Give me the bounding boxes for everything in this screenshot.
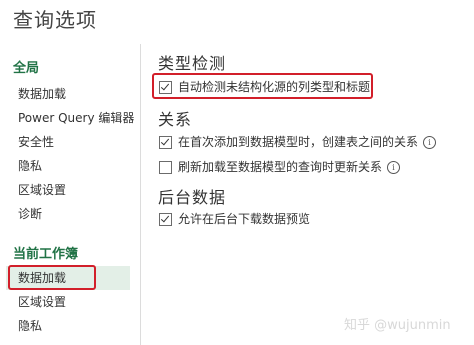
sidebar-item-privacy-workbook[interactable]: 隐私 — [6, 314, 130, 338]
sidebar-item-regional-settings-global[interactable]: 区域设置 — [6, 178, 130, 202]
checkbox-label: 允许在后台下载数据预览 — [178, 212, 311, 226]
info-icon[interactable]: i — [387, 160, 401, 174]
sidebar-item-label: 安全性 — [18, 135, 55, 149]
group-title-background-data: 后台数据 — [158, 188, 227, 207]
highlight-box-data-load — [8, 265, 96, 290]
checkbox-create-relationships[interactable] — [159, 135, 172, 149]
sidebar-item-label: 区域设置 — [18, 183, 67, 197]
highlight-box-type-detection — [152, 73, 373, 99]
group-title-type-detection: 类型检测 — [158, 54, 227, 73]
sidebar-item-label: 诊断 — [18, 207, 43, 221]
dialog-title: 查询选项 — [13, 8, 97, 32]
checkbox-background-preview[interactable] — [159, 212, 172, 226]
group-title-relationships: 关系 — [158, 110, 193, 129]
sidebar-item-privacy-global[interactable]: 隐私 — [6, 154, 130, 178]
checkbox-row-update-relationships[interactable]: 刷新加载至数据模型的查询时更新关系 i — [159, 157, 401, 177]
sidebar-item-diagnostics[interactable]: 诊断 — [6, 202, 130, 226]
checkbox-row-background-preview[interactable]: 允许在后台下载数据预览 — [159, 209, 310, 229]
sidebar-item-label: Power Query 编辑器 — [18, 111, 135, 125]
sidebar-header-current-workbook: 当前工作簿 — [13, 247, 79, 262]
sidebar-item-power-query-editor[interactable]: Power Query 编辑器 — [6, 106, 134, 130]
info-icon[interactable]: i — [423, 135, 437, 149]
sidebar-item-label: 区域设置 — [18, 295, 67, 309]
checkbox-label: 在首次添加到数据模型时，创建表之间的关系 — [178, 135, 419, 149]
checkbox-update-relationships[interactable] — [159, 160, 172, 174]
sidebar-item-data-load-global[interactable]: 数据加载 — [6, 82, 130, 106]
sidebar-nav: 全局 数据加载 Power Query 编辑器 安全性 隐私 区域设置 诊断 当… — [0, 44, 141, 345]
sidebar-item-security[interactable]: 安全性 — [6, 130, 130, 154]
sidebar-item-label: 隐私 — [18, 319, 43, 333]
watermark-text: 知乎 @wujunmin — [344, 318, 451, 333]
sidebar-header-global: 全局 — [13, 61, 40, 76]
sidebar-item-label: 隐私 — [18, 159, 43, 173]
sidebar-item-label: 数据加载 — [18, 87, 67, 101]
checkbox-label: 刷新加载至数据模型的查询时更新关系 — [178, 160, 383, 174]
checkbox-row-create-relationships[interactable]: 在首次添加到数据模型时，创建表之间的关系 i — [159, 132, 437, 152]
sidebar-item-regional-settings-workbook[interactable]: 区域设置 — [6, 290, 130, 314]
